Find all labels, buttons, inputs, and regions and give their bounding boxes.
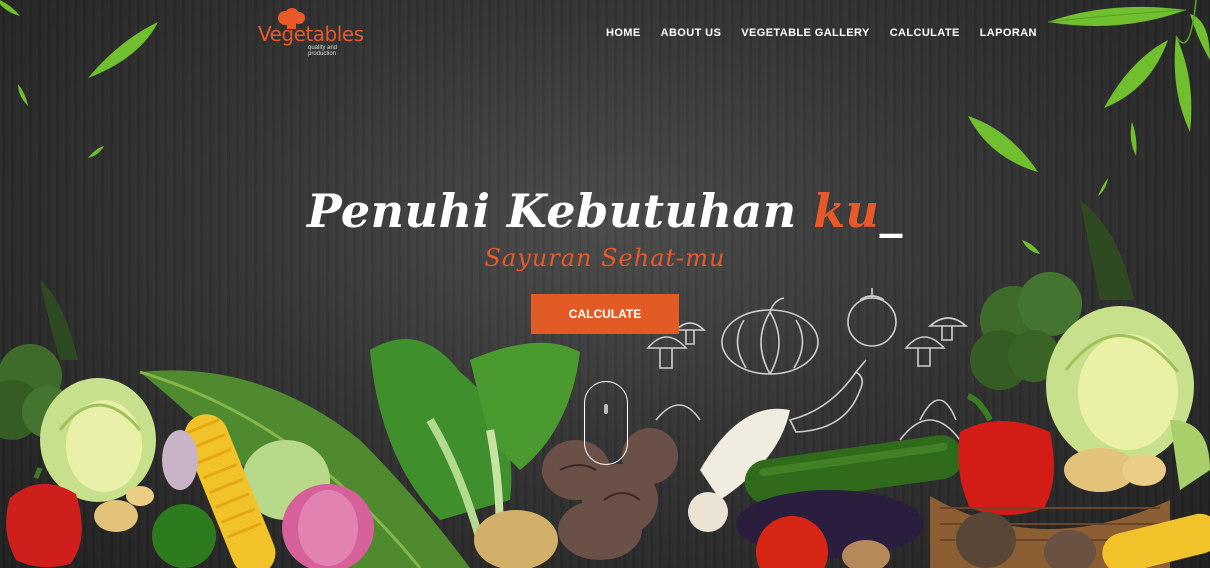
main-navigation: HOME ABOUT US VEGETABLE GALLERY CALCULAT… (596, 26, 1047, 40)
nav-laporan[interactable]: LAPORAN (980, 26, 1037, 40)
scroll-indicator[interactable] (584, 381, 628, 465)
hero-section: Vegetables quality and production HOME A… (0, 0, 1210, 568)
brand-name: Vegetables (258, 22, 364, 46)
scroll-wheel-icon (604, 404, 608, 414)
hero-headline-accent: ku (813, 184, 880, 238)
nav-about-us[interactable]: ABOUT US (661, 26, 722, 40)
vegetables-foreground (0, 200, 1210, 568)
hero-headline-main: Penuhi Kebutuhan (306, 184, 814, 238)
hero-headline: Penuhi Kebutuhan ku_ (0, 184, 1210, 238)
typing-cursor: _ (879, 184, 904, 238)
nav-calculate[interactable]: CALCULATE (890, 26, 960, 40)
brand-tagline: quality and production (308, 45, 338, 57)
nav-home[interactable]: HOME (606, 26, 641, 40)
brand-logo[interactable]: Vegetables quality and production (256, 8, 366, 57)
hero-subheadline: Sayuran Sehat-mu (484, 244, 726, 272)
calculate-button[interactable]: CALCULATE (531, 294, 679, 334)
nav-vegetable-gallery[interactable]: VEGETABLE GALLERY (741, 26, 869, 40)
